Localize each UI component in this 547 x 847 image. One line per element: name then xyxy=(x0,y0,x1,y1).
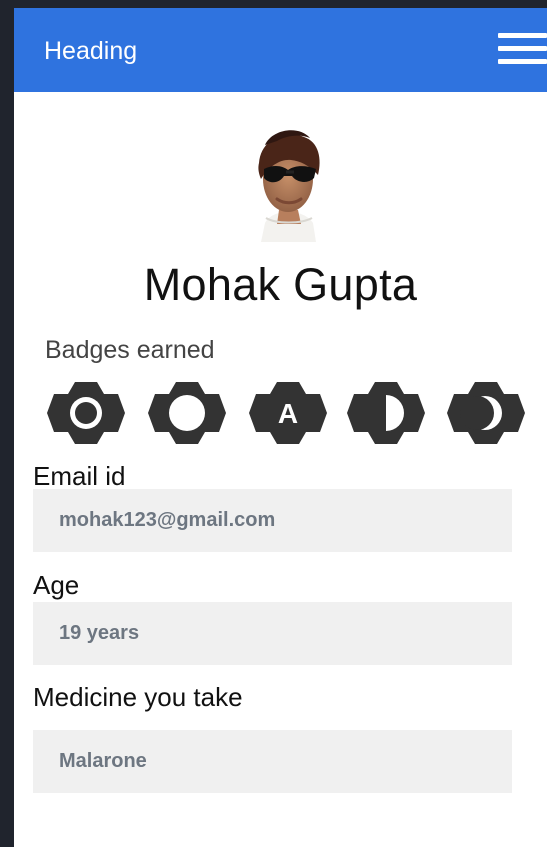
medicine-label: Medicine you take xyxy=(33,682,243,712)
email-field[interactable] xyxy=(33,489,512,552)
brightness-auto-glyph: A xyxy=(278,398,298,429)
brightness-medium-icon xyxy=(347,382,425,444)
email-label: Email id xyxy=(33,461,126,491)
brightness-high-icon xyxy=(47,382,125,444)
brightness-low-icon xyxy=(148,382,226,444)
medicine-field[interactable] xyxy=(33,730,512,793)
menu-button[interactable] xyxy=(495,30,547,70)
device-frame: Heading Mohak Gupta Badges earned A Emai… xyxy=(0,0,547,847)
hamburger-icon xyxy=(498,46,547,51)
hamburger-icon xyxy=(498,59,547,64)
badges-label: Badges earned xyxy=(45,336,215,364)
night-mode-icon xyxy=(447,382,525,444)
app-bar: Heading xyxy=(14,8,547,92)
avatar xyxy=(258,130,320,242)
brightness-auto-icon: A xyxy=(249,382,327,444)
age-label: Age xyxy=(33,570,80,600)
mobile-screen: Heading Mohak Gupta Badges earned A Emai… xyxy=(14,8,547,847)
profile-name: Mohak Gupta xyxy=(143,259,418,310)
page-title: Heading xyxy=(44,37,138,65)
hamburger-icon xyxy=(498,33,547,38)
age-field[interactable] xyxy=(33,602,512,665)
